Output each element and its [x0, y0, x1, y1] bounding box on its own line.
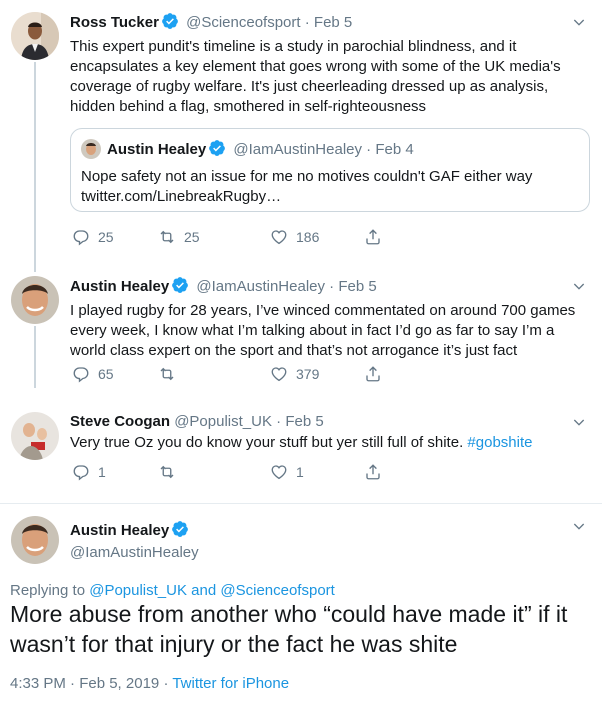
tweet-steve-coogan[interactable]: Steve Coogan @Populist_UK · Feb 5 Very t…: [0, 400, 602, 500]
thread-line: [34, 260, 36, 272]
replying-to: Replying to @Populist_UK and @Scienceofs…: [10, 581, 335, 601]
tweet-header: Ross Tucker @Scienceofsport · Feb 5: [70, 12, 352, 33]
reply-user-link[interactable]: @Scienceofsport: [220, 582, 334, 599]
tweet-source[interactable]: Twitter for iPhone: [172, 675, 289, 692]
tweet-timestamp[interactable]: 4:33 PM · Feb 5, 2019: [10, 675, 159, 692]
reply-icon: [72, 463, 90, 481]
avatar[interactable]: [11, 276, 59, 324]
user-handle[interactable]: @IamAustinHealey: [70, 542, 199, 564]
reply-count: 25: [98, 229, 114, 245]
verified-badge-icon: [161, 12, 179, 30]
separator-dot: ·: [276, 413, 282, 430]
reply-count: 1: [98, 464, 106, 480]
user-handle[interactable]: @IamAustinHealey: [196, 278, 325, 295]
tweet-ross-tucker[interactable]: Ross Tucker @Scienceofsport · Feb 5 This…: [0, 0, 602, 260]
reply-and: and: [191, 582, 217, 599]
tweet-text: I played rugby for 28 years, I’ve winced…: [70, 302, 576, 359]
retweet-button[interactable]: 25: [158, 227, 200, 247]
like-count: 186: [296, 229, 320, 245]
reply-icon: [72, 365, 90, 383]
avatar[interactable]: [11, 516, 59, 564]
display-name: Austin Healey: [107, 141, 207, 158]
like-count: 1: [296, 464, 304, 480]
thread-line: [34, 326, 36, 388]
tweet-header: Steve Coogan @Populist_UK · Feb 5: [70, 412, 324, 432]
tweet-actions: 1 1: [70, 462, 390, 482]
thread-line: [34, 62, 36, 260]
user-handle[interactable]: @Populist_UK: [174, 413, 272, 430]
retweet-button[interactable]: [158, 364, 184, 384]
tweet-meta: 4:33 PM · Feb 5, 2019 · Twitter for iPho…: [10, 674, 289, 694]
main-tweet-text: More abuse from another who “could have …: [10, 601, 568, 657]
share-button[interactable]: [364, 364, 390, 384]
tweet-header: Austin Healey @IamAustinHealey · Feb 5: [70, 276, 377, 297]
tweet-actions: 25 25 186: [70, 227, 390, 247]
reply-button[interactable]: 1: [72, 462, 106, 482]
like-icon: [270, 365, 288, 383]
chevron-down-icon[interactable]: [571, 14, 587, 30]
verified-badge-icon: [208, 139, 226, 157]
reply-count: 65: [98, 366, 114, 382]
tweet-header: Austin Healey @IamAustinHealey: [70, 520, 199, 564]
reply-button[interactable]: 25: [72, 227, 114, 247]
retweet-icon: [158, 463, 176, 481]
separator-dot: ·: [304, 14, 310, 31]
tweet-text: Very true Oz you do know your stuff but …: [70, 433, 590, 453]
quoted-tweet[interactable]: Austin Healey @IamAustinHealey · Feb 4 N…: [70, 128, 590, 212]
verified-badge-icon: [171, 520, 189, 538]
retweet-count: 25: [184, 229, 200, 245]
retweet-icon: [158, 365, 176, 383]
display-name[interactable]: Austin Healey: [70, 522, 169, 539]
avatar: [81, 139, 101, 159]
separator-dot: ·: [366, 141, 372, 158]
hashtag-link[interactable]: #gobshite: [467, 434, 532, 451]
quoted-tweet-line: Nope safety not an issue for me no motiv…: [81, 168, 533, 185]
user-handle: @IamAustinHealey: [233, 141, 362, 158]
display-name[interactable]: Austin Healey: [70, 278, 169, 295]
share-icon: [364, 228, 382, 246]
like-count: 379: [296, 366, 320, 382]
replying-to-label: Replying to: [10, 582, 86, 599]
chevron-down-icon[interactable]: [571, 414, 587, 430]
avatar[interactable]: [11, 412, 59, 460]
like-icon: [270, 463, 288, 481]
tweet-date[interactable]: Feb 5: [285, 413, 323, 430]
chevron-down-icon[interactable]: [571, 278, 587, 294]
reply-icon: [72, 228, 90, 246]
tweet-text: This expert pundit's timeline is a study…: [70, 38, 561, 115]
tweet-date[interactable]: Feb 5: [338, 278, 376, 295]
retweet-icon: [158, 228, 176, 246]
quoted-tweet-link[interactable]: twitter.com/LinebreakRugby…: [81, 187, 581, 207]
display-name[interactable]: Ross Tucker: [70, 14, 159, 31]
retweet-button[interactable]: [158, 462, 184, 482]
tweet-date[interactable]: Feb 5: [314, 14, 352, 31]
reply-button[interactable]: 65: [72, 364, 114, 384]
display-name[interactable]: Steve Coogan: [70, 413, 170, 430]
quoted-tweet-header: Austin Healey @IamAustinHealey · Feb 4: [81, 139, 414, 160]
share-button[interactable]: [364, 227, 390, 247]
separator-dot: ·: [329, 278, 335, 295]
tweet-body: Very true Oz you do know your stuff but …: [70, 434, 464, 451]
like-button[interactable]: 379: [270, 364, 319, 384]
reply-user-link[interactable]: @Populist_UK: [89, 582, 187, 599]
like-icon: [270, 228, 288, 246]
like-button[interactable]: 186: [270, 227, 319, 247]
separator-dot: ·: [163, 675, 169, 692]
avatar[interactable]: [11, 12, 59, 60]
like-button[interactable]: 1: [270, 462, 304, 482]
verified-badge-icon: [171, 276, 189, 294]
tweet-actions: 65 379: [70, 364, 390, 384]
tweet-austin-healey[interactable]: Austin Healey @IamAustinHealey · Feb 5 I…: [0, 260, 602, 388]
chevron-down-icon[interactable]: [571, 518, 587, 534]
share-icon: [364, 365, 382, 383]
share-button[interactable]: [364, 462, 390, 482]
share-icon: [364, 463, 382, 481]
quoted-tweet-text: Nope safety not an issue for me no motiv…: [81, 167, 581, 207]
tweet-date: Feb 4: [375, 141, 414, 158]
user-handle[interactable]: @Scienceofsport: [186, 14, 300, 31]
